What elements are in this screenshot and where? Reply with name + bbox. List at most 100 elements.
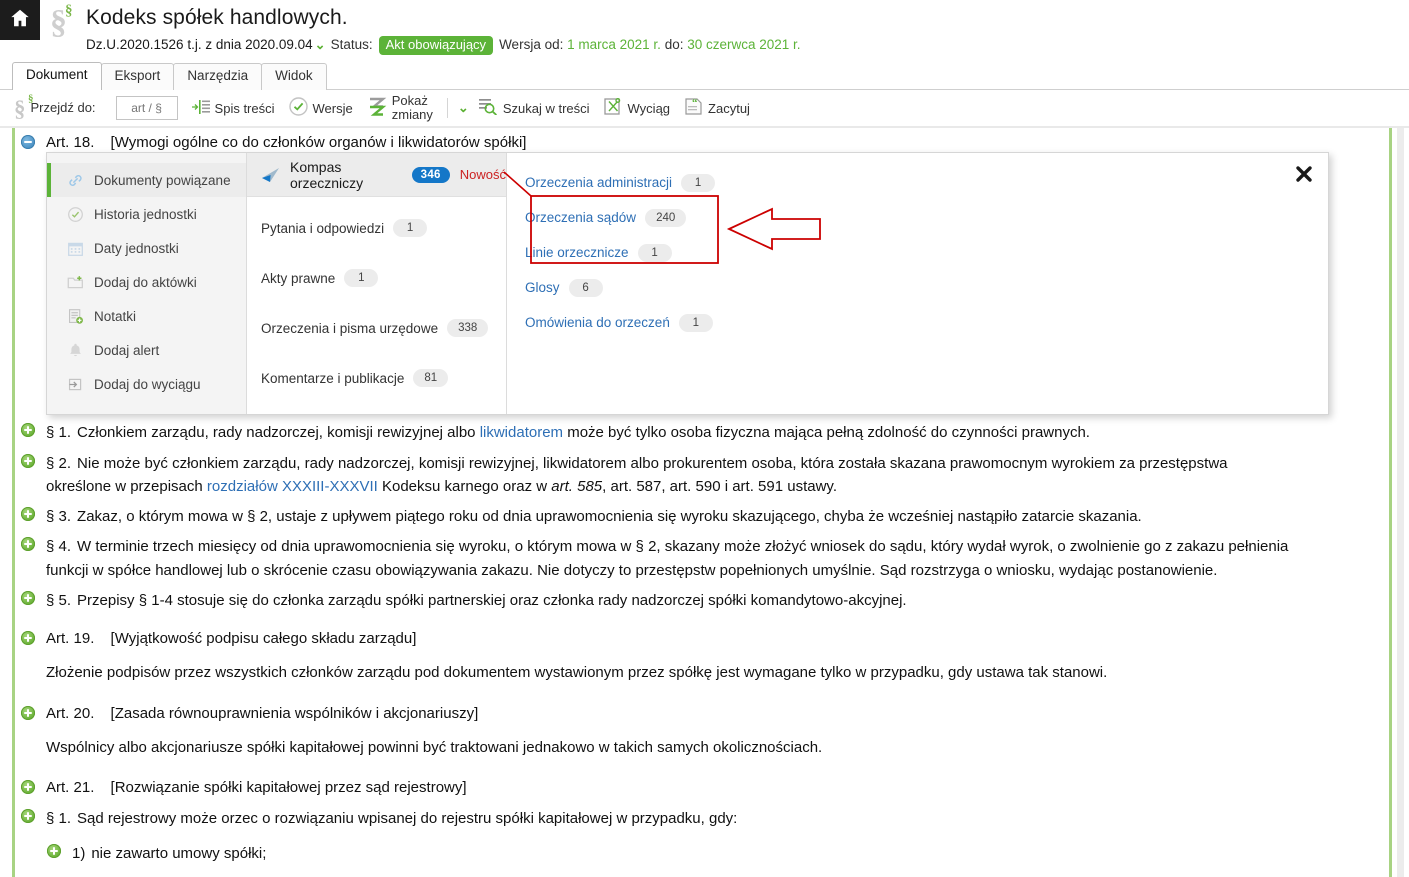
expand-toggle-art19[interactable] <box>21 631 35 645</box>
home-button[interactable] <box>0 0 40 40</box>
changes-z-icon <box>367 97 387 120</box>
extract-button[interactable]: Wyciąg <box>603 97 671 119</box>
popup-row-label: Komentarze i publikacje <box>261 370 405 386</box>
document-toolbar: §§ Przejdź do: Spis treści Wersje <box>0 90 1409 126</box>
calendar-icon <box>65 238 85 258</box>
expand-toggle-art21-i1[interactable] <box>47 843 61 858</box>
expand-toggle-art20[interactable] <box>21 705 35 720</box>
paragraph-1-link[interactable]: likwidatorem <box>480 424 563 441</box>
expand-toggle-art21[interactable] <box>21 780 35 794</box>
collapse-toggle-art18[interactable] <box>21 135 35 149</box>
article-21-name: [Rozwiązanie spółki kapitałowej przez są… <box>110 779 467 796</box>
document-body: Art. 18. [Wymogi ogólne co do członków o… <box>0 128 1409 877</box>
paragraph-symbol-sup: § <box>65 2 73 19</box>
popup-close-button[interactable] <box>1294 164 1314 184</box>
sidebar-item-label: Dodaj alert <box>94 342 160 358</box>
expand-toggle-p5[interactable] <box>21 590 35 605</box>
tab-eksport[interactable]: Eksport <box>100 63 175 90</box>
arrow-into-box-icon <box>65 374 85 394</box>
expand-toggle-p3[interactable] <box>21 507 35 521</box>
show-changes-label: Pokaż zmiany <box>391 92 433 122</box>
popup-row-count: 6 <box>568 278 603 297</box>
sidebar-item-daty-jednostki[interactable]: Daty jednostki <box>47 231 246 265</box>
note-add-icon <box>65 306 85 326</box>
paragraph-icon: § § <box>14 92 34 121</box>
popup-row-omowienia-do-orzeczen[interactable]: Omówienia do orzeczeń 1 <box>507 305 1328 340</box>
expand-toggle-p4[interactable] <box>21 537 35 552</box>
versions-button[interactable]: Wersje <box>288 97 353 119</box>
extract-label: Wyciąg <box>627 100 671 116</box>
popup-row-label: Orzeczenia i pisma urzędowe <box>261 320 439 336</box>
goto-button[interactable]: § § Przejdź do: <box>14 92 96 121</box>
popup-row-glosy[interactable]: Glosy 6 <box>507 270 1328 305</box>
article-21-i1-mark: 1) <box>72 844 86 862</box>
scissors-icon <box>603 97 623 119</box>
popup-row-count: 1 <box>393 219 428 237</box>
cite-label: Zacytuj <box>708 100 750 116</box>
popup-row-pytania-i-odpowiedzi[interactable]: Pytania i odpowiedzi 1 <box>247 203 506 253</box>
paragraph-1-text-b: może być tylko osoba fizyczna mająca peł… <box>563 424 1090 442</box>
article-21-number: 21. <box>73 779 95 796</box>
popup-row-orzeczenia-i-pisma-urzedowe[interactable]: Orzeczenia i pisma urzędowe 338 <box>247 303 506 353</box>
article-prefix: Art. <box>46 134 70 151</box>
signature-dropdown-icon[interactable]: ⌄ <box>315 37 326 52</box>
popup-row-komentarze-i-publikacje[interactable]: Komentarze i publikacje 81 <box>247 353 506 403</box>
paragraph-symbol-icon: §§ <box>50 2 73 41</box>
versions-check-circle-icon <box>288 97 308 119</box>
popup-row-label: Pytania i odpowiedzi <box>261 220 385 236</box>
popup-row-label: Omówienia do orzeczeń <box>525 315 670 330</box>
sidebar-item-dodaj-alert[interactable]: Dodaj alert <box>47 333 246 367</box>
popup-row-label: Akty prawne <box>261 270 336 286</box>
tab-dokument[interactable]: Dokument <box>12 62 102 90</box>
expand-toggle-p1[interactable] <box>21 423 35 438</box>
sidebar-item-dokumenty-powiazane[interactable]: Dokumenty powiązane <box>47 163 246 197</box>
toolbar-divider <box>446 98 448 118</box>
paragraph-2-italic: art. 585 <box>551 477 603 495</box>
article-heading-21: Art. 21. [Rozwiązanie spółki kapitałowej… <box>0 775 1409 801</box>
status-label: Status: <box>330 37 373 52</box>
goto-input[interactable] <box>115 96 178 120</box>
popup-row-label: Glosy <box>525 280 560 295</box>
popup-row-orzeczenia-administracji[interactable]: Orzeczenia administracji 1 <box>507 165 1328 200</box>
expand-toggle-p2[interactable] <box>21 453 35 468</box>
related-documents-popup: Dokumenty powiązane Historia jednostki D… <box>46 152 1329 415</box>
tab-narzedzia[interactable]: Narzędzia <box>173 63 263 90</box>
cite-button[interactable]: “ Zacytuj <box>684 97 750 119</box>
popup-row-count: 1 <box>681 173 716 192</box>
kompas-title: Kompas orzeczniczy <box>290 158 364 191</box>
toolbar-dropdown-icon[interactable]: ⌄ <box>458 100 469 116</box>
sidebar-item-historia-jednostki[interactable]: Historia jednostki <box>47 197 246 231</box>
sidebar-item-notatki[interactable]: Notatki <box>47 299 246 333</box>
paragraph-1-text-a: Członkiem zarządu, rady nadzorczej, komi… <box>77 424 480 442</box>
paragraph-5: § 5. Przepisy § 1-4 stosuje się do członk… <box>0 586 1409 616</box>
paragraph-2-link[interactable]: rozdziałów XXXIII-XXXVII <box>207 478 378 495</box>
paragraph-4: § 4. W terminie trzech miesięcy od dnia u… <box>0 532 1409 586</box>
tab-widok[interactable]: Widok <box>261 63 327 90</box>
paragraph-4-text: W terminie trzech miesięcy od dnia upraw… <box>46 538 1289 579</box>
article-21-item-1: 1) nie zawarto umowy spółki; <box>0 839 1409 869</box>
toc-button[interactable]: Spis treści <box>191 99 275 118</box>
paragraph-1: § 1. Członkiem zarządu, rady nadzorczej, … <box>0 418 1409 448</box>
popup-row-label: Orzeczenia administracji <box>525 175 673 190</box>
article-21-paragraph-1: § 1. Sąd rejestrowy może orzec o rozwiąza… <box>0 804 1409 834</box>
popup-row-label: Linie orzecznicze <box>525 245 629 260</box>
popup-row-linie-orzecznicze[interactable]: Linie orzecznicze 1 <box>507 235 1328 270</box>
sidebar-item-dodaj-do-wyciagu[interactable]: Dodaj do wyciągu <box>47 367 246 401</box>
article-19-name: [Wyjątkowość podpisu całego składu zarzą… <box>110 630 417 647</box>
popup-row-orzeczenia-sadow[interactable]: Orzeczenia sądów 240 <box>507 200 1328 235</box>
search-in-content-button[interactable]: Szukaj w treści <box>478 98 590 118</box>
sidebar-item-label: Dodaj do aktówki <box>94 274 197 290</box>
version-to-date: 30 czerwca 2021 r. <box>687 37 801 52</box>
app-header: §§ Kodeks spółek handlowych. Dz.U.2020.1… <box>0 0 1409 62</box>
show-changes-line1: Pokaż <box>391 92 428 108</box>
article-19-prefix: Art. <box>46 630 70 647</box>
popup-row-akty-prawne[interactable]: Akty prawne 1 <box>247 253 506 303</box>
paragraph-5-text: Przepisy § 1-4 stosuje się do członka za… <box>77 591 907 609</box>
popup-row-count: 1 <box>678 313 713 332</box>
sidebar-item-dodaj-do-aktowki[interactable]: Dodaj do aktówki <box>47 265 246 299</box>
expand-toggle-art21-p1[interactable] <box>21 809 35 824</box>
version-label: Wersja od: <box>499 37 564 52</box>
kompas-orzeczniczy-header[interactable]: Kompas orzeczniczy 346 Nowość <box>247 153 506 197</box>
show-changes-button[interactable]: Pokaż zmiany <box>367 92 433 122</box>
main-tabs: Dokument Eksport Narzędzia Widok <box>12 62 327 90</box>
